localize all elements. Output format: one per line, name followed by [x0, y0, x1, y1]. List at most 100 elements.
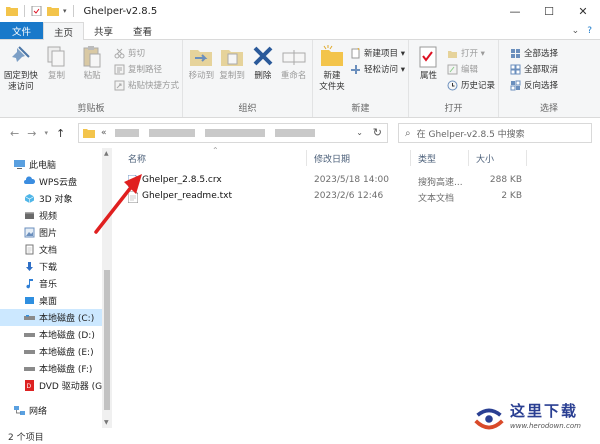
- nav-item-music[interactable]: 音乐: [24, 275, 57, 292]
- delete-x-icon: [253, 46, 273, 66]
- edit-button[interactable]: 编辑: [447, 62, 495, 76]
- nav-item-documents[interactable]: 文档: [24, 241, 57, 258]
- scroll-thumb[interactable]: [104, 270, 110, 410]
- nav-item-desktop[interactable]: 桌面: [24, 292, 57, 309]
- open-button[interactable]: 打开 ▾: [447, 46, 495, 60]
- clipboard-group: 固定到快 速访问 复制 粘贴 剪切 复制路径 粘贴快捷方式 剪贴板: [0, 40, 183, 117]
- column-separator[interactable]: [306, 150, 307, 166]
- watermark-text: 这里下载: [510, 402, 579, 420]
- file-size: 2 KB: [501, 191, 522, 201]
- open-group-label: 打开: [444, 104, 463, 114]
- nav-item-downloads[interactable]: 下载: [24, 258, 57, 275]
- refresh-icon[interactable]: ↻: [373, 126, 382, 139]
- tab-home[interactable]: 主页: [43, 22, 85, 40]
- copy-path-button[interactable]: 复制路径: [114, 62, 179, 76]
- organize-group: 移动到 复制到 删除 重命名 组织: [183, 40, 313, 117]
- breadcrumb-overflow[interactable]: «: [101, 128, 107, 138]
- select-none-icon: [510, 64, 521, 74]
- pin-icon: [10, 46, 30, 63]
- move-to-icon: [190, 50, 213, 66]
- file-row[interactable]: Ghelper_readme.txt 2023/2/6 12:46 文本文档 2…: [126, 190, 596, 205]
- help-icon[interactable]: ?: [587, 26, 592, 36]
- address-dropdown-icon[interactable]: ⌄: [356, 128, 363, 137]
- nav-item-this-pc[interactable]: 此电脑: [14, 156, 56, 173]
- up-arrow-icon[interactable]: ↑: [56, 127, 65, 140]
- collapse-ribbon-icon[interactable]: ⌄: [572, 26, 580, 36]
- open-group: 属性 打开 ▾ 编辑 历史记录 打开: [409, 40, 499, 117]
- separator: [24, 5, 25, 17]
- nav-item-pictures[interactable]: 图片: [24, 224, 57, 241]
- nav-item-3d-objects[interactable]: 3D 对象: [24, 190, 73, 207]
- column-separator[interactable]: [468, 150, 469, 166]
- file-row[interactable]: Ghelper_2.8.5.crx 2023/5/18 14:00 搜狗高速..…: [126, 174, 596, 189]
- file-type: 文本文档: [418, 194, 455, 204]
- nav-item-drive-c[interactable]: 本地磁盘 (C:): [0, 309, 102, 326]
- column-header-name[interactable]: 名称: [128, 152, 146, 166]
- new-folder-icon[interactable]: [47, 6, 59, 16]
- file-date: 2023/2/6 12:46: [314, 191, 384, 201]
- title-bar: ▾ Ghelper-v2.8.5 — ☐ ✕: [0, 0, 600, 22]
- nav-item-dvd-drive[interactable]: D DVD 驱动器 (G:: [24, 377, 105, 394]
- column-header-size[interactable]: 大小: [476, 152, 494, 166]
- properties-icon: [419, 46, 437, 68]
- nav-item-drive-d[interactable]: 本地磁盘 (D:): [24, 326, 95, 343]
- music-icon: [26, 279, 33, 289]
- recent-dropdown-icon[interactable]: ▾: [44, 129, 48, 137]
- minimize-button[interactable]: —: [498, 0, 532, 22]
- item-count: 2 个项目: [8, 432, 44, 443]
- scroll-up-icon[interactable]: ▲: [104, 150, 109, 157]
- column-header-type[interactable]: 类型: [418, 152, 436, 166]
- search-icon: ⌕: [405, 127, 411, 139]
- select-none-button[interactable]: 全部取消: [510, 62, 558, 76]
- breadcrumb-redacted: [204, 129, 265, 137]
- forward-arrow-icon[interactable]: →: [27, 127, 36, 140]
- maximize-button[interactable]: ☐: [532, 0, 566, 22]
- new-group-label: 新建: [351, 104, 370, 114]
- breadcrumb-redacted: [274, 129, 315, 137]
- select-all-button[interactable]: 全部选择: [510, 46, 558, 60]
- history-button[interactable]: 历史记录: [447, 78, 495, 92]
- drive-icon: [24, 333, 35, 337]
- nav-item-drive-e[interactable]: 本地磁盘 (E:): [24, 343, 94, 360]
- address-bar[interactable]: « ⌄ ↻: [78, 123, 388, 143]
- cut-button[interactable]: 剪切: [114, 46, 179, 60]
- new-item-button[interactable]: 新建项目 ▾: [350, 46, 405, 60]
- rename-icon: [282, 50, 306, 65]
- ribbon: 固定到快 速访问 复制 粘贴 剪切 复制路径 粘贴快捷方式 剪贴板 移动到 复制…: [0, 40, 600, 118]
- back-arrow-icon[interactable]: ←: [10, 127, 19, 140]
- paste-icon: [83, 46, 101, 68]
- easy-access-button[interactable]: 轻松访问 ▾: [350, 62, 405, 76]
- nav-item-network[interactable]: 网络: [14, 402, 47, 419]
- paste-shortcut-button[interactable]: 粘贴快捷方式: [114, 78, 179, 92]
- tab-view[interactable]: 查看: [123, 22, 162, 39]
- select-group-label: 选择: [539, 104, 558, 114]
- nav-item-wps-cloud[interactable]: WPS云盘: [24, 173, 77, 190]
- copy-path-icon: [114, 64, 125, 74]
- computer-icon: [14, 160, 25, 169]
- network-icon: [14, 406, 25, 415]
- column-header-date[interactable]: 修改日期: [314, 152, 350, 166]
- invert-selection-button[interactable]: 反向选择: [510, 78, 558, 92]
- column-separator[interactable]: [410, 150, 411, 166]
- drive-icon: [24, 350, 35, 354]
- file-type: 搜狗高速...: [418, 178, 463, 188]
- drive-icon: [24, 315, 35, 320]
- column-separator[interactable]: [526, 150, 527, 166]
- file-list: 名称 ⌃ 修改日期 类型 大小 Ghelper_2.8.5.crx 2023/5…: [116, 146, 600, 428]
- clipboard-group-label: 剪贴板: [77, 104, 105, 114]
- scroll-down-icon[interactable]: ▼: [104, 419, 109, 426]
- tab-file[interactable]: 文件: [0, 22, 44, 39]
- file-name: Ghelper_2.8.5.crx: [142, 175, 222, 185]
- search-box[interactable]: ⌕ 在 Ghelper-v2.8.5 中搜索: [398, 123, 592, 143]
- close-button[interactable]: ✕: [566, 0, 600, 22]
- customize-dropdown-icon[interactable]: ▾: [63, 7, 67, 15]
- folder-icon: [6, 7, 18, 16]
- properties-checkbox-icon[interactable]: [31, 6, 43, 16]
- nav-item-drive-f[interactable]: 本地磁盘 (F:): [24, 360, 92, 377]
- dvd-icon: D: [25, 380, 34, 391]
- open-icon: [447, 50, 457, 58]
- nav-item-videos[interactable]: 视频: [24, 207, 57, 224]
- video-icon: [25, 212, 34, 219]
- tab-share[interactable]: 共享: [84, 22, 123, 39]
- watermark-logo-icon: [474, 408, 504, 430]
